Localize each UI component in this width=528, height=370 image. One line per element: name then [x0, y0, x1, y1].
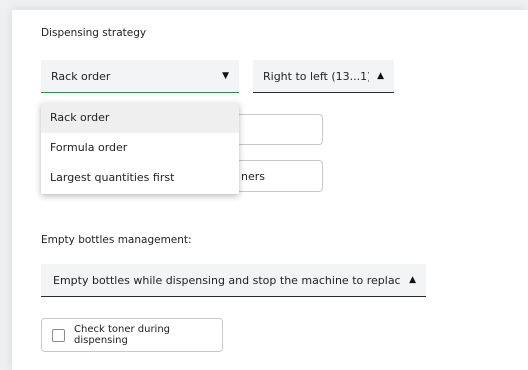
- chevron-up-icon: ▲: [377, 71, 384, 81]
- chevron-down-icon: ▼: [222, 71, 229, 81]
- dispensing-direction-select[interactable]: Right to left (13...1) ▲: [253, 60, 394, 93]
- dispensing-direction-value: Right to left (13...1): [263, 69, 370, 83]
- dropdown-option-rack-order[interactable]: Rack order: [41, 103, 239, 133]
- settings-panel: Dispensing strategy Rack order ▼ Right t…: [12, 10, 528, 370]
- option-box-2-label: ners: [241, 169, 265, 183]
- check-toner-label: Check toner during dispensing: [74, 324, 171, 346]
- check-toner-option[interactable]: Check toner during dispensing: [41, 318, 223, 352]
- dispensing-strategy-title: Dispensing strategy: [41, 27, 147, 39]
- check-toner-checkbox[interactable]: [52, 328, 65, 342]
- empty-bottles-value: Empty bottles while dispensing and stop …: [53, 273, 402, 287]
- chevron-up-icon: ▲: [409, 275, 416, 285]
- empty-bottles-select[interactable]: Empty bottles while dispensing and stop …: [41, 264, 426, 297]
- dispensing-order-select[interactable]: Rack order ▼: [41, 60, 239, 93]
- dispensing-order-value: Rack order: [51, 69, 111, 83]
- empty-bottles-title: Empty bottles management:: [41, 234, 192, 246]
- dropdown-option-largest-quantities[interactable]: Largest quantities first: [41, 163, 239, 193]
- dispensing-order-dropdown: Rack order Formula order Largest quantit…: [41, 103, 239, 194]
- dropdown-option-formula-order[interactable]: Formula order: [41, 133, 239, 163]
